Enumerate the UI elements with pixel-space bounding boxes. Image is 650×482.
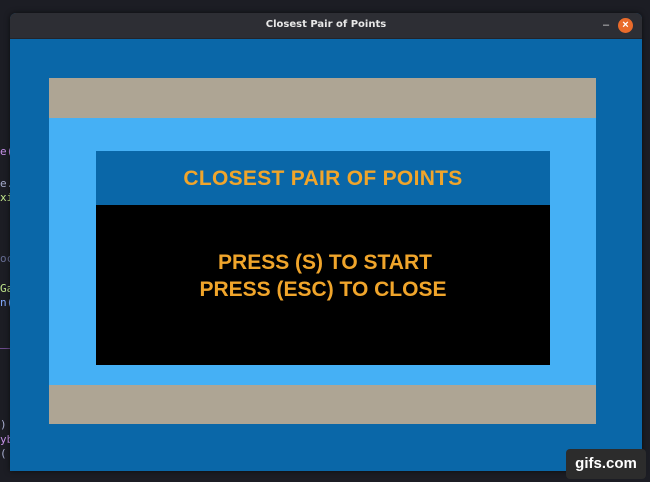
background-code-fragment: ): [0, 418, 7, 431]
menu-header: CLOSEST PAIR OF POINTS: [96, 151, 550, 205]
window-title: Closest Pair of Points: [265, 19, 387, 30]
watermark-text: gifs.com: [575, 455, 637, 472]
bottom-band: [49, 385, 596, 424]
close-icon[interactable]: ×: [618, 18, 633, 33]
menu-panel: PRESS (S) TO START PRESS (ESC) TO CLOSE: [96, 205, 550, 365]
app-window: Closest Pair of Points – × CLOSEST PAIR …: [10, 13, 642, 471]
minimize-icon[interactable]: –: [599, 19, 613, 33]
game-canvas[interactable]: CLOSEST PAIR OF POINTS PRESS (S) TO STAR…: [10, 39, 642, 471]
background-divider: [0, 348, 10, 349]
close-instruction: PRESS (ESC) TO CLOSE: [199, 278, 447, 301]
watermark-badge: gifs.com: [566, 449, 646, 479]
desktop: e( e. xi oc Ga n( ) yb ( ' Closest Pair …: [0, 0, 650, 482]
game-title: CLOSEST PAIR OF POINTS: [183, 167, 463, 190]
start-instruction: PRESS (S) TO START: [218, 251, 432, 274]
title-bar[interactable]: Closest Pair of Points – ×: [10, 13, 642, 39]
top-band: [49, 78, 596, 118]
